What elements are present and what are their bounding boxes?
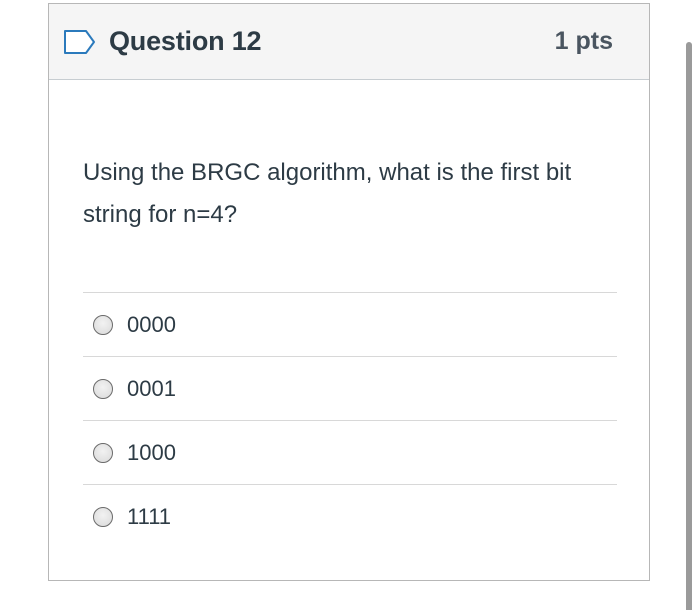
radio-button[interactable] <box>93 507 113 527</box>
answer-label: 0001 <box>127 375 176 401</box>
answer-option[interactable]: 0000 <box>83 293 617 357</box>
answer-label: 1111 <box>127 504 172 529</box>
answer-label: 1000 <box>127 439 176 465</box>
answer-option[interactable]: 1111 <box>83 485 617 549</box>
flag-outline-icon[interactable] <box>63 29 97 55</box>
radio-button[interactable] <box>93 442 113 463</box>
answer-list: 0000 0001 1000 1111 <box>83 292 617 549</box>
page: Question 12 1 pts Using the BRGC algorit… <box>0 0 700 610</box>
radio-button[interactable] <box>93 378 113 399</box>
answer-option[interactable]: 1000 <box>83 421 617 485</box>
answer-label: 0000 <box>127 311 176 337</box>
question-card: Question 12 1 pts Using the BRGC algorit… <box>48 3 650 581</box>
question-points: 1 pts <box>554 27 613 55</box>
question-title: Question 12 <box>109 26 262 56</box>
question-header: Question 12 1 pts <box>49 4 649 80</box>
question-text: Using the BRGC algorithm, what is the fi… <box>83 159 572 228</box>
scrollbar[interactable] <box>686 42 692 610</box>
answer-option[interactable]: 0001 <box>83 357 617 421</box>
radio-button[interactable] <box>93 314 113 335</box>
